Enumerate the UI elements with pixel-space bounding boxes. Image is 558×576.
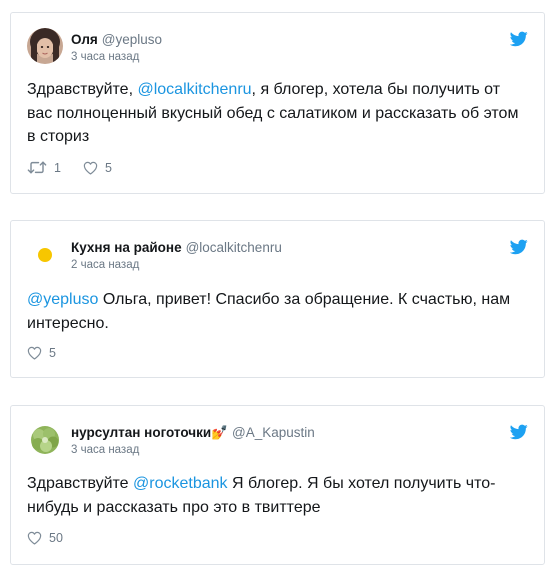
tweet-card[interactable]: нурсултан ноготочки💅 @A_Kapustin 3 часа н… xyxy=(10,405,545,565)
like-count: 5 xyxy=(49,346,56,360)
like-count: 5 xyxy=(104,160,112,175)
tweet-header: нурсултан ноготочки💅 @A_Kapustin 3 часа н… xyxy=(27,422,528,462)
tweet-author: нурсултан ноготочки💅 @A_Kapustin xyxy=(71,424,315,442)
timestamp[interactable]: 3 часа назад xyxy=(71,51,139,63)
like-action[interactable]: 50 xyxy=(27,531,63,545)
tweet-text-after: Ольга, привет! Спасибо за обращение. К с… xyxy=(27,291,511,332)
tweet-actions: 1 5 xyxy=(27,160,134,175)
tweet-actions: 50 xyxy=(27,531,85,545)
tweet-text-before: Здравствуйте xyxy=(27,475,134,492)
timestamp[interactable]: 3 часа назад xyxy=(71,444,139,456)
retweet-action[interactable]: 1 xyxy=(27,160,61,175)
mention-link[interactable]: @rocketbank xyxy=(133,475,228,492)
tweet-text: Здравствуйте @rocketbank Я блогер. Я бы … xyxy=(27,472,528,519)
tweet-header: Кухня на районе @localkitchenru 2 часа на… xyxy=(27,237,528,277)
display-name[interactable]: Кухня на районе xyxy=(71,240,182,255)
mention-link[interactable]: @localkitchenru xyxy=(137,81,251,98)
user-handle[interactable]: @A_Kapustin xyxy=(232,425,315,440)
retweet-count: 1 xyxy=(54,160,61,175)
tweet-card[interactable]: Кухня на районе @localkitchenru 2 часа на… xyxy=(10,220,545,378)
avatar[interactable] xyxy=(27,237,63,273)
mention-link[interactable]: @yepluso xyxy=(27,291,98,308)
like-action[interactable]: 5 xyxy=(83,161,112,175)
heart-icon[interactable] xyxy=(27,531,42,545)
twitter-bird-icon[interactable] xyxy=(510,424,528,440)
tweet-author: Кухня на районе @localkitchenru xyxy=(71,239,282,257)
like-action[interactable]: 5 xyxy=(27,346,56,360)
avatar[interactable] xyxy=(27,28,63,64)
heart-icon[interactable] xyxy=(83,161,98,175)
timestamp[interactable]: 2 часа назад xyxy=(71,259,139,271)
retweet-icon[interactable] xyxy=(27,160,47,175)
tweet-text-before: Здравствуйте, xyxy=(27,81,138,98)
twitter-bird-icon[interactable] xyxy=(510,31,528,47)
like-count: 50 xyxy=(49,531,63,545)
tweet-card[interactable]: Оля @yepluso 3 часа назад Здравствуйте, @… xyxy=(10,12,545,194)
avatar[interactable] xyxy=(27,422,63,458)
heart-icon[interactable] xyxy=(27,346,42,360)
twitter-bird-icon[interactable] xyxy=(510,239,528,255)
display-name[interactable]: нурсултан ноготочки💅 xyxy=(71,425,228,440)
tweet-text: Здравствуйте, @localkitchenru, я блогер,… xyxy=(27,78,528,149)
tweet-actions: 5 xyxy=(27,346,78,360)
tweet-header: Оля @yepluso 3 часа назад xyxy=(27,28,528,69)
user-handle[interactable]: @localkitchenru xyxy=(186,240,282,255)
user-handle[interactable]: @yepluso xyxy=(102,32,162,47)
display-name[interactable]: Оля xyxy=(71,32,98,47)
tweet-text: @yepluso Ольга, привет! Спасибо за обращ… xyxy=(27,288,528,335)
tweet-author: Оля @yepluso xyxy=(71,31,162,49)
